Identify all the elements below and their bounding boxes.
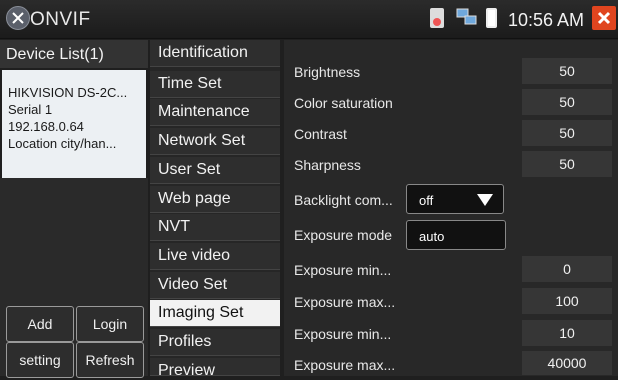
device-ip: 192.168.0.64 <box>8 119 84 134</box>
menu-item-time-set[interactable]: Time Set <box>150 71 280 98</box>
exposure-max-label: Exposure max... <box>294 294 396 310</box>
exposure-mode-value: auto <box>419 229 445 244</box>
exposure-max-time-label: Exposure max... <box>294 357 396 373</box>
contrast-label: Contrast <box>294 126 347 142</box>
exposure-min-gain-field[interactable]: 10 <box>522 320 612 346</box>
sd-card-icon <box>430 8 444 28</box>
color-saturation-field[interactable]: 50 <box>522 89 612 115</box>
brightness-field[interactable]: 50 <box>522 58 612 84</box>
device-card[interactable]: HIKVISION DS-2C... Serial 1 192.168.0.64… <box>2 70 146 178</box>
login-button[interactable]: Login <box>76 306 144 342</box>
exposure-mode-label: Exposure mode <box>294 227 393 243</box>
exposure-max-time-field[interactable]: 40000 <box>522 351 612 375</box>
clock-time: 10:56 AM <box>508 10 585 30</box>
exposure-min-field[interactable]: 0 <box>522 256 612 282</box>
menu-item-web-page[interactable]: Web page <box>150 186 280 213</box>
add-button[interactable]: Add <box>6 306 74 342</box>
setting-button[interactable]: setting <box>6 342 74 378</box>
title-bar: ONVIF 10:56 AM <box>0 0 618 39</box>
brightness-label: Brightness <box>294 64 361 80</box>
menu-item-network-set[interactable]: Network Set <box>150 128 280 155</box>
exposure-mode-field[interactable]: auto <box>406 220 506 250</box>
menu-item-live-video[interactable]: Live video <box>150 243 280 270</box>
menu-item-profiles[interactable]: Profiles <box>150 329 280 356</box>
network-icon <box>456 8 478 28</box>
close-icon <box>597 11 611 25</box>
exposure-min-gain-label: Exposure min... <box>294 326 392 342</box>
menu-item-preview[interactable]: Preview <box>150 358 280 379</box>
exposure-min-label: Exposure min... <box>294 262 392 278</box>
backlight-select[interactable]: off <box>406 184 504 214</box>
device-list-header: Device List(1) <box>0 40 148 68</box>
menu-item-maintenance[interactable]: Maintenance <box>150 99 280 126</box>
backlight-value: off <box>419 193 434 208</box>
battery-icon <box>486 8 497 28</box>
menu-item-identification[interactable]: Identification <box>150 40 280 67</box>
backlight-label: Backlight com... <box>294 192 393 208</box>
menu-item-nvt[interactable]: NVT <box>150 214 280 241</box>
onvif-logo-icon <box>6 6 30 30</box>
sharpness-field[interactable]: 50 <box>522 151 612 177</box>
sharpness-label: Sharpness <box>294 157 361 173</box>
menu-item-user-set[interactable]: User Set <box>150 157 280 184</box>
device-location: Location city/han... <box>8 136 117 151</box>
close-button[interactable] <box>592 6 616 30</box>
refresh-button[interactable]: Refresh <box>76 342 144 378</box>
app-title: ONVIF <box>30 9 91 30</box>
exposure-max-field[interactable]: 100 <box>522 288 612 314</box>
imaging-settings-panel: Brightness 50 Color saturation 50 Contra… <box>284 40 618 376</box>
settings-menu: Identification Time Set Maintenance Netw… <box>150 40 280 379</box>
menu-item-imaging-set[interactable]: Imaging Set <box>150 300 280 327</box>
contrast-field[interactable]: 50 <box>522 120 612 146</box>
device-name: HIKVISION DS-2C... <box>8 85 128 100</box>
menu-item-video-set[interactable]: Video Set <box>150 272 280 299</box>
dropdown-arrow-icon <box>477 194 493 206</box>
device-serial: Serial 1 <box>8 102 53 117</box>
color-saturation-label: Color saturation <box>294 95 393 111</box>
